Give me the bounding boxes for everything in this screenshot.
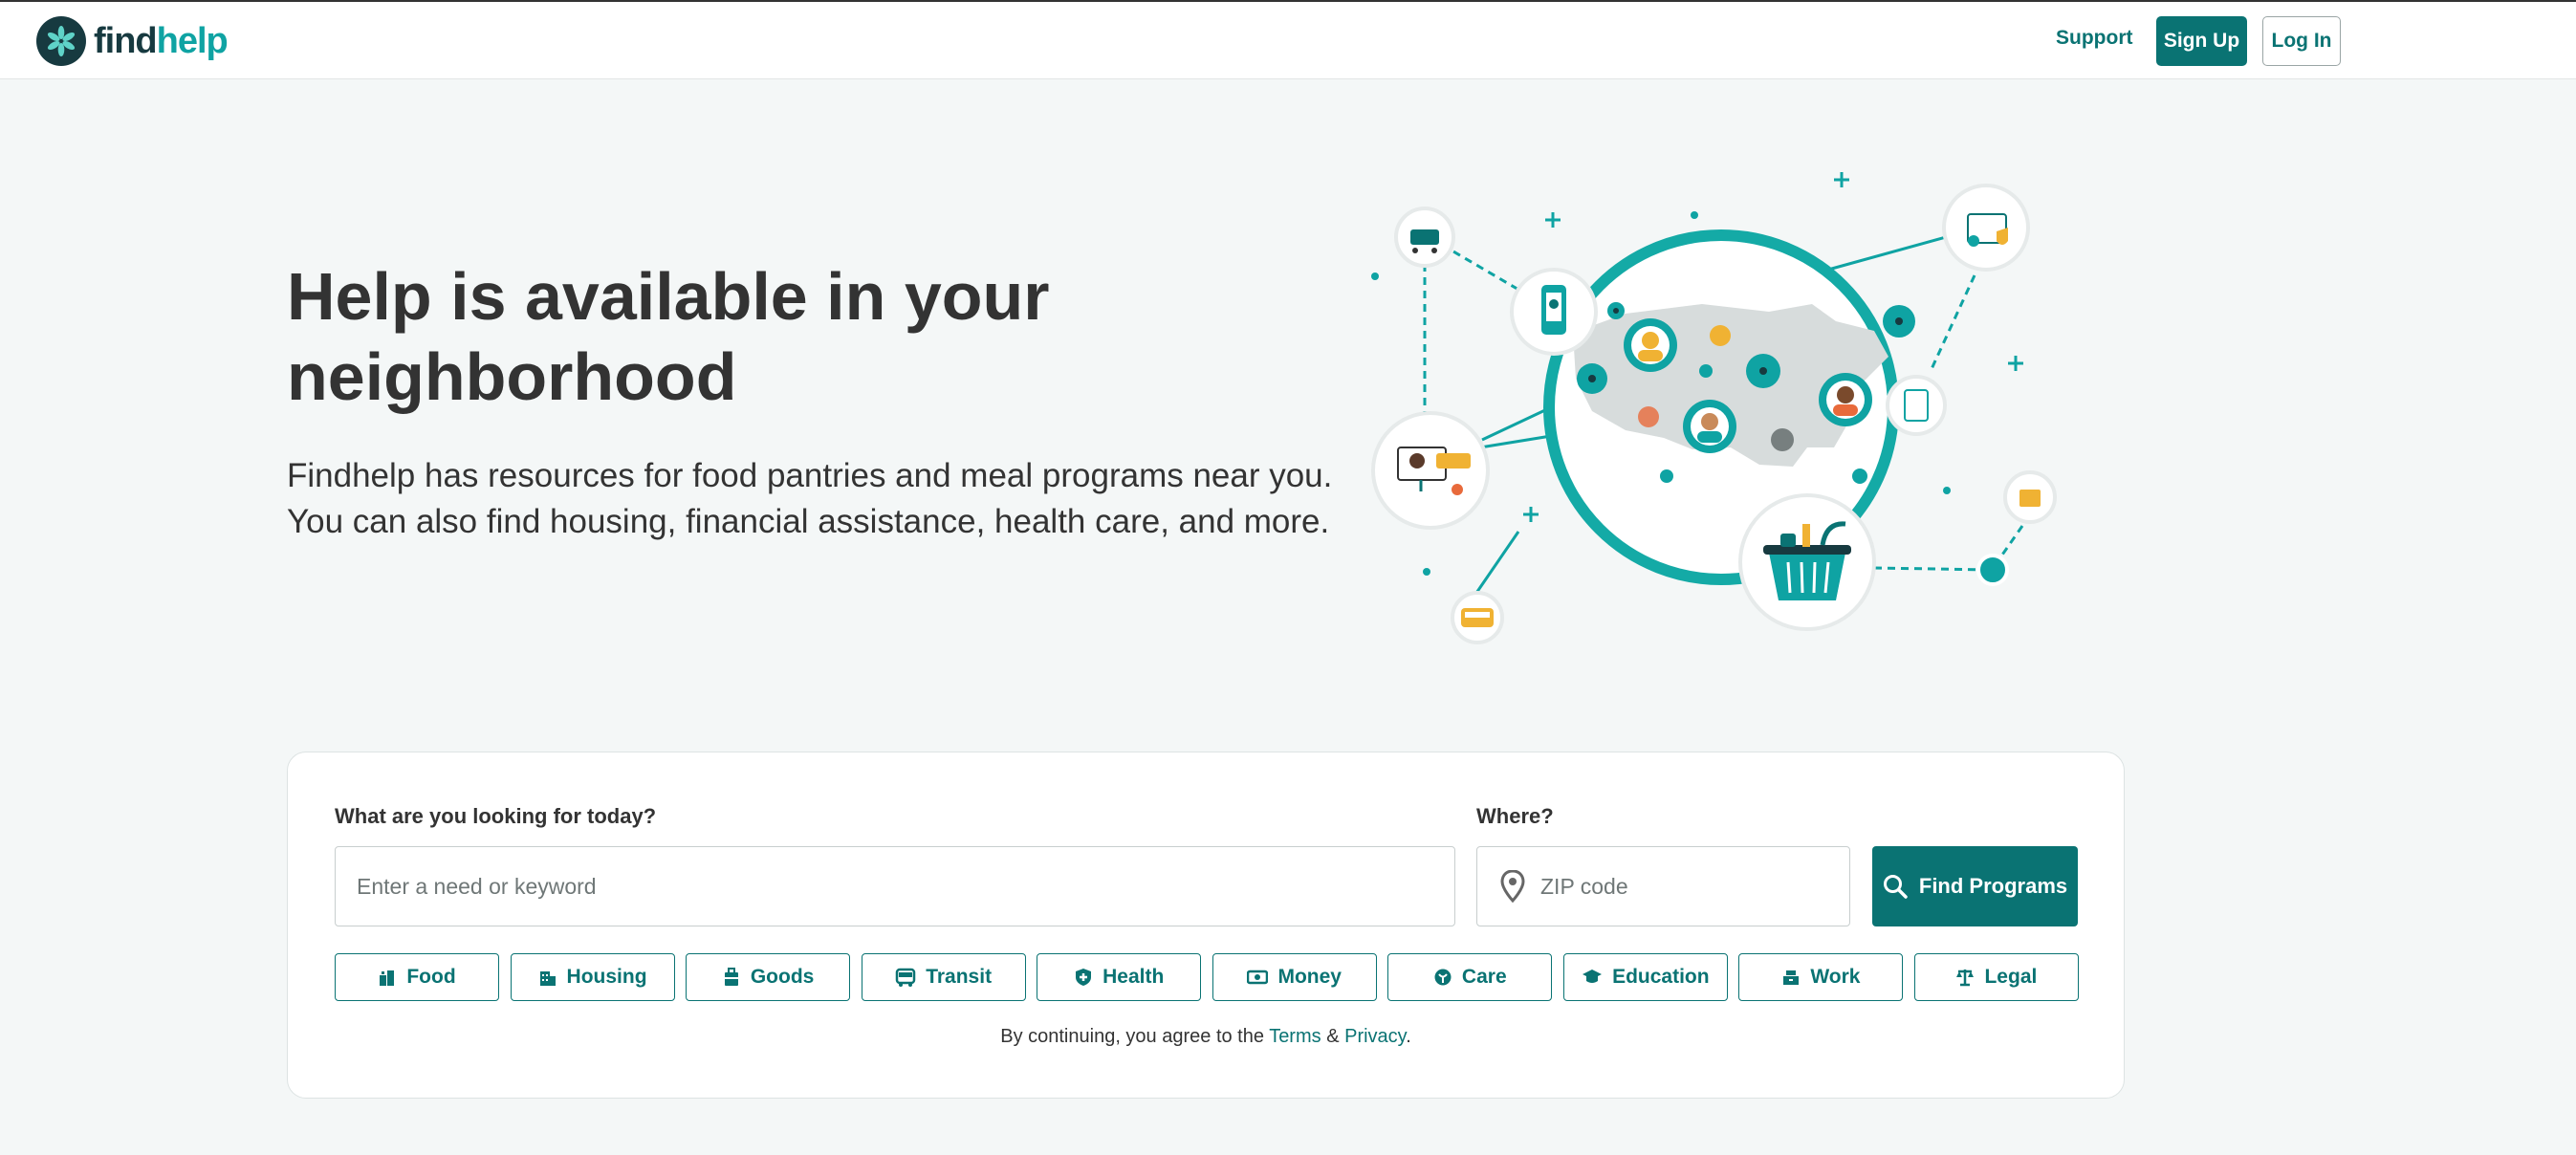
where-label: Where? [1476,804,1554,828]
location-pin-icon [1500,869,1525,907]
category-money-button[interactable]: Money [1212,953,1377,1001]
category-legal-button[interactable]: Legal [1913,953,2079,1001]
care-icon [1433,968,1452,987]
category-care-button[interactable]: Care [1387,953,1553,1001]
category-health-button[interactable]: Health [1037,953,1202,1001]
category-buttons: Food Housing Goods Transit Health Money … [335,953,2079,1001]
graduation-cap-icon [1582,968,1603,987]
search-card: What are you looking for today? Where? F… [287,752,2125,1099]
search-icon [1883,875,1908,899]
log-in-button[interactable]: Log In [2262,16,2341,66]
work-icon [1781,968,1801,987]
findhelp-logo[interactable]: findhelp [36,15,229,67]
goods-icon [722,968,741,987]
asterisk-logo-icon [36,16,86,66]
category-work-button[interactable]: Work [1738,953,1904,1001]
zip-code-input[interactable] [1540,847,1846,926]
housing-icon [538,968,557,987]
category-transit-button[interactable]: Transit [861,953,1026,1001]
find-programs-button[interactable]: Find Programs [1872,846,2078,926]
site-header: findhelp Support Sign Up Log In [0,2,2576,79]
terms-notice: By continuing, you agree to the Terms & … [1000,1026,1411,1047]
need-keyword-input[interactable] [335,846,1455,926]
terms-link[interactable]: Terms [1269,1026,1321,1047]
need-label: What are you looking for today? [335,804,657,828]
category-goods-button[interactable]: Goods [686,953,851,1001]
category-education-button[interactable]: Education [1562,953,1728,1001]
money-icon [1247,968,1269,987]
zip-field[interactable] [1476,846,1850,926]
health-shield-icon [1074,968,1093,987]
food-icon [378,968,397,987]
category-food-button[interactable]: Food [335,953,499,1001]
find-programs-label: Find Programs [1918,874,2068,898]
support-link[interactable]: Support [2056,27,2132,50]
scales-icon [1955,968,1975,987]
hero-subtitle: Findhelp has resources for food pantries… [287,453,1339,545]
hero-subtitle-line-2: You can also find housing, financial ass… [287,503,1330,540]
bus-icon [895,968,916,987]
hero-title: Help is available in your neighborhood [287,259,1050,414]
hero-subtitle-line-1: Findhelp has resources for food pantries… [287,457,1333,494]
logo-wordmark: findhelp [94,20,229,61]
privacy-link[interactable]: Privacy [1344,1026,1406,1047]
sign-up-button[interactable]: Sign Up [2156,16,2247,66]
category-housing-button[interactable]: Housing [510,953,675,1001]
neighborhood-map-illustration [1371,172,2057,644]
